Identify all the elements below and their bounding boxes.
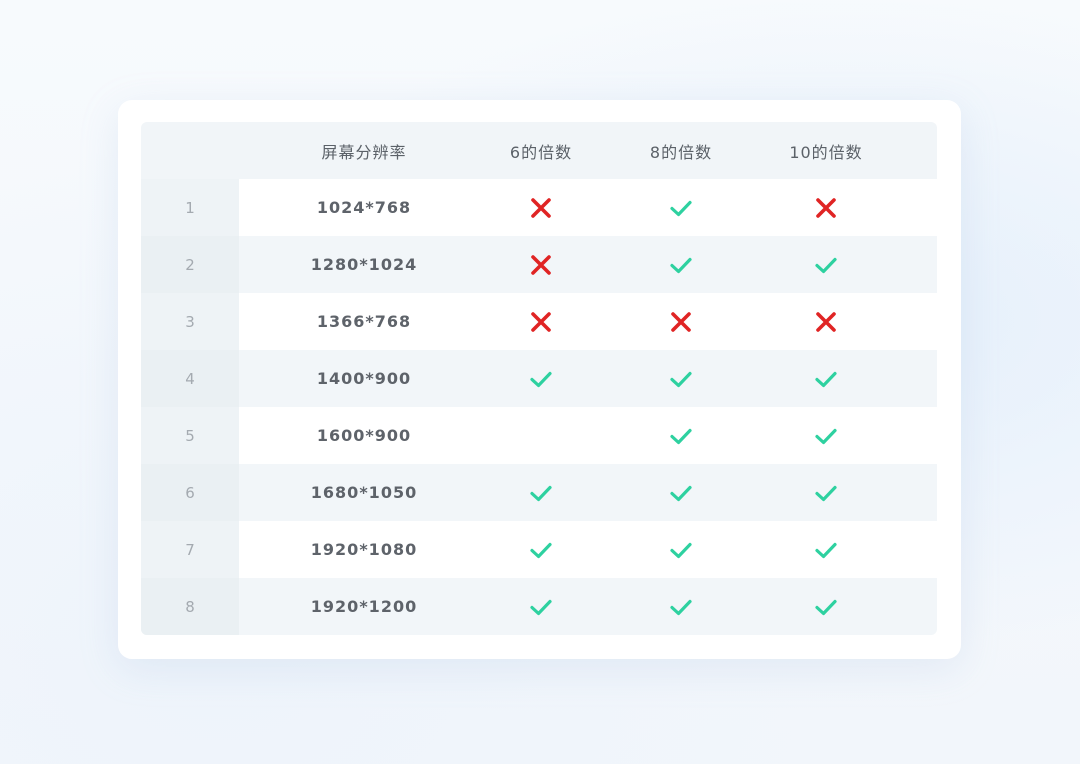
resolution-table: 屏幕分辨率 6的倍数 8的倍数 10的倍数 1 1024*768 2 1280*102… <box>141 122 937 635</box>
check-icon <box>756 350 896 407</box>
row-index: 6 <box>185 483 195 502</box>
row-resolution: 1024*768 <box>316 198 412 217</box>
row-resolution: 1400*900 <box>316 369 412 388</box>
empty-cell <box>471 407 611 464</box>
table-row: 7 1920*1080 <box>141 521 937 578</box>
row-index: 2 <box>185 255 195 274</box>
table-row: 6 1680*1050 <box>141 464 937 521</box>
cross-icon <box>471 179 611 236</box>
check-icon <box>471 350 611 407</box>
header-resolution: 屏幕分辨率 <box>321 142 407 162</box>
header-multiple-6: 6的倍数 <box>509 142 573 162</box>
row-index: 1 <box>185 198 195 217</box>
row-index: 8 <box>185 597 195 616</box>
cross-icon <box>611 293 751 350</box>
check-icon <box>471 464 611 521</box>
table-row: 8 1920*1200 <box>141 578 937 635</box>
cross-icon <box>756 179 896 236</box>
table-row: 2 1280*1024 <box>141 236 937 293</box>
check-icon <box>756 407 896 464</box>
cross-icon <box>471 293 611 350</box>
table-card: 屏幕分辨率 6的倍数 8的倍数 10的倍数 1 1024*768 2 1280*102… <box>118 100 961 659</box>
row-resolution: 1366*768 <box>316 312 412 331</box>
table-row: 5 1600*900 <box>141 407 937 464</box>
header-multiple-8: 8的倍数 <box>649 142 713 162</box>
table-row: 3 1366*768 <box>141 293 937 350</box>
row-resolution: 1920*1200 <box>310 597 418 616</box>
check-icon <box>611 350 751 407</box>
header-multiple-10: 10的倍数 <box>789 142 863 162</box>
check-icon <box>611 464 751 521</box>
row-index: 3 <box>185 312 195 331</box>
table-row: 1 1024*768 <box>141 179 937 236</box>
check-icon <box>611 578 751 635</box>
check-icon <box>611 236 751 293</box>
row-resolution: 1680*1050 <box>310 483 418 502</box>
row-resolution: 1280*1024 <box>310 255 418 274</box>
header-index <box>141 122 239 179</box>
row-index: 7 <box>185 540 195 559</box>
check-icon <box>611 521 751 578</box>
row-index: 5 <box>185 426 195 445</box>
check-icon <box>756 578 896 635</box>
check-icon <box>756 521 896 578</box>
check-icon <box>611 179 751 236</box>
check-icon <box>471 521 611 578</box>
check-icon <box>756 464 896 521</box>
table-header-row: 屏幕分辨率 6的倍数 8的倍数 10的倍数 <box>141 122 937 179</box>
table-row: 4 1400*900 <box>141 350 937 407</box>
cross-icon <box>471 236 611 293</box>
row-resolution: 1920*1080 <box>310 540 418 559</box>
check-icon <box>756 236 896 293</box>
check-icon <box>611 407 751 464</box>
row-index: 4 <box>185 369 195 388</box>
cross-icon <box>756 293 896 350</box>
check-icon <box>471 578 611 635</box>
table-body: 1 1024*768 2 1280*1024 3 1366*768 4 1400*900 5 16… <box>141 179 937 635</box>
row-resolution: 1600*900 <box>316 426 412 445</box>
